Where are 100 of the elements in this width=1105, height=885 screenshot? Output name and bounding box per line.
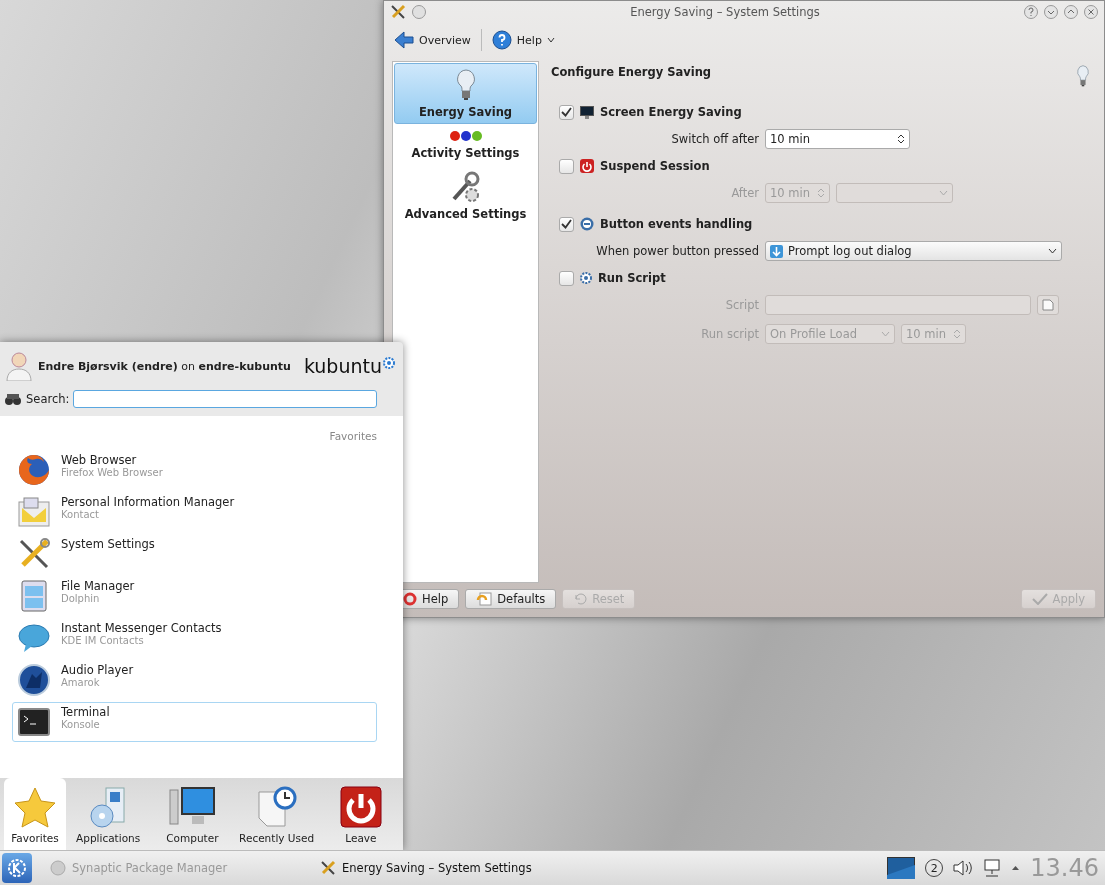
checkbox[interactable] (559, 216, 574, 232)
help-icon (491, 30, 512, 50)
section-label: Button events handling (600, 217, 753, 231)
sidebar-item[interactable]: Advanced Settings (394, 165, 537, 226)
lifebuoy-icon (403, 592, 417, 606)
window-title: Energy Saving – System Settings (629, 5, 821, 19)
power-icon (580, 159, 594, 173)
field-label: When power button pressed (595, 244, 760, 258)
defaults-button[interactable]: Defaults (465, 589, 557, 609)
field-label: After (730, 186, 760, 200)
app-description: Kontact (61, 509, 100, 520)
window-menu-icon (412, 5, 426, 19)
search-field[interactable] (73, 390, 377, 408)
app-description: Amarok (61, 677, 101, 688)
tools-icon (18, 538, 50, 570)
up-down-arrows-icon (817, 187, 825, 199)
app-description: Dolphin (61, 593, 101, 604)
checkbox[interactable] (559, 104, 574, 120)
launcher-tab[interactable]: Leave (318, 778, 403, 850)
check-icon (561, 107, 572, 117)
launcher-tab[interactable]: Applications (66, 778, 151, 850)
section-label: Screen Energy Saving (600, 105, 742, 119)
up-down-arrows-icon (897, 133, 905, 145)
computer-icon (168, 786, 217, 828)
help-button[interactable]: Help (487, 28, 559, 52)
menu-item[interactable]: File Manager Dolphin (12, 576, 377, 616)
check-icon (561, 219, 572, 229)
network-icon (983, 859, 1002, 877)
menu-item[interactable]: Audio Player Amarok (12, 660, 377, 700)
app-description: KDE IM Contacts (61, 635, 145, 646)
menu-item[interactable]: Instant Messenger Contacts KDE IM Contacts (12, 618, 377, 658)
launcher-tab[interactable]: Recently Used (234, 778, 319, 850)
app-name: Audio Player (61, 663, 134, 677)
gear-icon (580, 272, 592, 284)
field-label: Script (724, 298, 760, 312)
app-description: Konsole (61, 719, 101, 730)
caret-icon (881, 331, 890, 337)
undo-icon (476, 592, 493, 606)
checkbox[interactable] (559, 158, 574, 174)
back-arrow-icon (394, 31, 414, 49)
speech-bubble-icon (18, 623, 50, 653)
maximize-icon[interactable] (1064, 5, 1078, 19)
monitor-icon (580, 105, 594, 119)
document-icon (1042, 299, 1054, 311)
search-label: Search: (26, 392, 70, 406)
section-label: Suspend Session (600, 159, 710, 173)
menu-item[interactable]: Personal Information Manager Kontact (12, 492, 377, 532)
logo: kubuntu (303, 356, 382, 376)
check-icon (1031, 593, 1048, 605)
spin-box[interactable]: 10 min (765, 129, 910, 149)
app-name: System Settings (61, 537, 155, 551)
help-icon[interactable] (1024, 5, 1038, 19)
light-bulb-icon (1076, 65, 1090, 87)
app-name: Instant Messenger Contacts (61, 621, 222, 635)
up-down-arrows-icon (953, 328, 961, 340)
power-icon (339, 786, 382, 828)
tools-icon (320, 860, 336, 876)
app-name: File Manager (61, 579, 135, 593)
dropdown[interactable] (836, 183, 953, 203)
speaker-icon (953, 860, 974, 876)
user-name: Endre Bjørsvik (endre) on endre-kubuntu (38, 359, 292, 373)
launcher-button[interactable] (2, 853, 32, 883)
file-button[interactable] (1037, 295, 1059, 315)
binoculars-icon (4, 392, 22, 406)
app-description: Firefox Web Browser (61, 467, 163, 478)
minus-circle-icon (580, 217, 594, 231)
sidebar-item[interactable]: Activity Settings (394, 124, 537, 165)
task-button[interactable]: Energy Saving – System Settings (312, 860, 572, 876)
section-label: Run Script (598, 271, 666, 285)
page-heading: Configure Energy Saving (551, 65, 712, 79)
clock: 13.46 (1030, 854, 1099, 882)
file-cabinet-icon (21, 580, 47, 612)
desktop-pager-icon (887, 857, 916, 879)
tools-icon (390, 4, 406, 20)
overview-button[interactable]: Overview (390, 29, 475, 51)
dropdown[interactable]: Prompt log out dialog (765, 241, 1062, 261)
star-icon (13, 786, 57, 828)
user-avatar-icon (6, 351, 32, 381)
down-arrow-icon (770, 244, 783, 258)
caret-icon (546, 37, 555, 43)
sidebar-item[interactable]: Energy Saving (394, 63, 537, 124)
gear-icon (383, 356, 395, 369)
field-label: Switch off after (670, 132, 760, 146)
up-caret-icon (1011, 865, 1021, 871)
app-name: Terminal (61, 705, 110, 719)
light-bulb-icon (454, 69, 477, 101)
terminal-icon (18, 708, 50, 736)
minimize-icon[interactable] (1044, 5, 1058, 19)
caret-icon (1048, 248, 1057, 254)
launcher-tab[interactable]: Favorites (4, 778, 66, 850)
menu-item[interactable]: System Settings (12, 534, 377, 574)
section-heading: Favorites (328, 429, 377, 444)
field-label: Run script (700, 327, 760, 341)
close-icon[interactable] (1084, 5, 1098, 19)
three-dots-icon (448, 130, 483, 142)
menu-item[interactable]: Terminal Konsole (12, 702, 377, 742)
k-logo-icon (7, 858, 27, 878)
checkbox[interactable] (559, 270, 574, 286)
menu-item[interactable]: Web Browser Firefox Web Browser (12, 450, 377, 490)
launcher-tab[interactable]: Computer (150, 778, 235, 850)
